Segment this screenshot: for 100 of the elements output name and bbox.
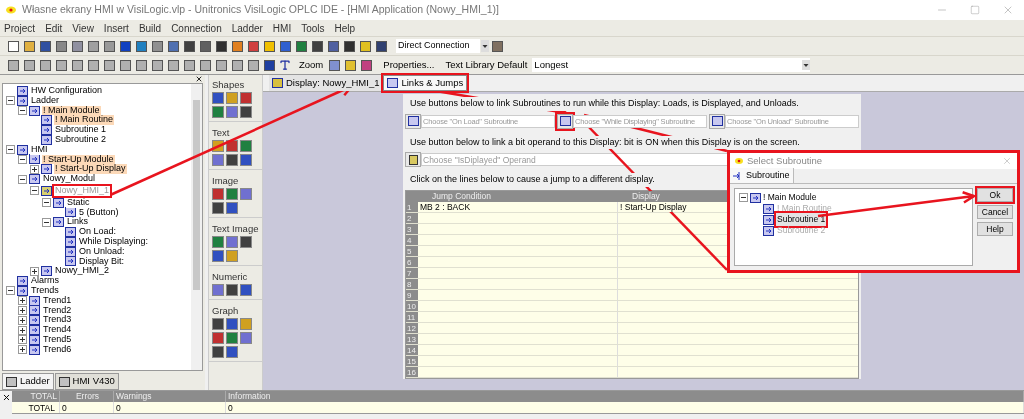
- close-icon[interactable]: [195, 75, 203, 83]
- collapse-icon[interactable]: [6, 145, 15, 155]
- palette-tool-icon[interactable]: [240, 236, 252, 248]
- toolbar-icon[interactable]: [118, 57, 133, 73]
- menu-item[interactable]: Build: [138, 20, 162, 36]
- toolbar-icon[interactable]: [214, 38, 229, 54]
- toolbar-icon[interactable]: [230, 38, 245, 54]
- operand-select-button[interactable]: [405, 152, 421, 167]
- tree-item[interactable]: Trend5: [42, 334, 73, 345]
- toolbar-icon[interactable]: [86, 38, 101, 54]
- dropdown-caret-icon[interactable]: [802, 60, 811, 70]
- expand-icon[interactable]: [18, 305, 27, 315]
- toolbar-icon[interactable]: [86, 57, 101, 73]
- toolbar-icon[interactable]: [262, 38, 277, 54]
- tree-item[interactable]: Subroutine 1: [54, 125, 108, 135]
- collapse-icon[interactable]: [6, 286, 15, 296]
- properties-button[interactable]: Properties...: [381, 57, 437, 73]
- toolbar-icon[interactable]: [262, 57, 277, 73]
- palette-tool-icon[interactable]: [212, 202, 224, 214]
- toolbar-icon[interactable]: [22, 57, 37, 73]
- subroutine-select-button[interactable]: [709, 113, 725, 129]
- menu-item[interactable]: Connection: [171, 20, 222, 36]
- toolbar-icon[interactable]: [70, 38, 85, 54]
- collapse-icon[interactable]: [30, 186, 39, 196]
- toolbar-icon[interactable]: [342, 38, 357, 54]
- tree-item[interactable]: On Unload:: [78, 246, 126, 257]
- tree-item[interactable]: While Displaying:: [78, 236, 150, 247]
- toolbar-icon[interactable]: [102, 57, 117, 73]
- toolbar-icon[interactable]: [134, 38, 149, 54]
- tree-item[interactable]: Nowy_Modul: [42, 174, 97, 184]
- toolbar-icon[interactable]: [343, 57, 359, 73]
- toolbar-icon[interactable]: [150, 38, 165, 54]
- tree-item[interactable]: Static: [66, 197, 91, 208]
- expand-icon[interactable]: [18, 335, 27, 345]
- dialog-button[interactable]: Ok: [977, 188, 1013, 202]
- expand-icon[interactable]: [18, 296, 27, 306]
- toolbar-icon[interactable]: [214, 57, 229, 73]
- dialog-button[interactable]: Help: [977, 222, 1013, 236]
- collapse-icon[interactable]: [18, 174, 27, 184]
- toolbar-icon[interactable]: [374, 38, 389, 54]
- toolbar-icon[interactable]: [6, 57, 21, 73]
- menu-item[interactable]: Ladder: [231, 20, 263, 36]
- toolbar-icon[interactable]: [22, 38, 37, 54]
- toolbar-icon[interactable]: [6, 38, 21, 54]
- scrollbar[interactable]: [191, 84, 202, 370]
- tree-item[interactable]: HW Configuration: [30, 86, 104, 96]
- tree-item[interactable]: Subroutine 2: [54, 135, 108, 145]
- menu-item[interactable]: View: [72, 20, 94, 36]
- menu-item[interactable]: Tools: [301, 20, 325, 36]
- tree-item[interactable]: ! Main Module: [42, 105, 101, 116]
- toolbar-icon[interactable]: [182, 57, 197, 73]
- font-icon[interactable]: [279, 59, 291, 71]
- menu-item[interactable]: Edit: [45, 20, 63, 36]
- menu-item[interactable]: HMI: [272, 20, 292, 36]
- toolbar-icon[interactable]: [166, 38, 181, 54]
- tree-item[interactable]: Display Bit:: [78, 256, 125, 267]
- palette-tool-icon[interactable]: [226, 154, 238, 166]
- toolbar-icon[interactable]: [310, 38, 325, 54]
- toolbar-icon[interactable]: [278, 38, 293, 54]
- menu-item[interactable]: Help: [334, 20, 356, 36]
- document-tab[interactable]: Display: Nowy_HMI_1: [269, 75, 383, 91]
- dialog-tab[interactable]: Subroutine: [730, 168, 794, 183]
- toolbar-icon[interactable]: [70, 57, 85, 73]
- toolbar-icon[interactable]: [198, 38, 213, 54]
- tree-item[interactable]: Ladder: [30, 95, 61, 106]
- palette-tool-icon[interactable]: [226, 284, 238, 296]
- toolbar-icon[interactable]: [150, 57, 165, 73]
- toolbar-icon[interactable]: [182, 38, 197, 54]
- collapse-icon[interactable]: [6, 96, 15, 106]
- tree-item[interactable]: Trends: [30, 285, 60, 296]
- tree-item[interactable]: Trend1: [42, 295, 73, 306]
- tree-item[interactable]: 5 (Button): [78, 207, 120, 218]
- palette-tool-icon[interactable]: [212, 346, 224, 358]
- toolbar-icon[interactable]: [54, 38, 69, 54]
- toolbar-icon[interactable]: [326, 38, 341, 54]
- palette-tool-icon[interactable]: [212, 318, 224, 330]
- expand-icon[interactable]: [30, 164, 39, 174]
- panel-tab[interactable]: HMI V430: [54, 373, 119, 390]
- menu-item[interactable]: Insert: [103, 20, 129, 36]
- close-icon[interactable]: [1, 393, 11, 402]
- tree-item[interactable]: ! Main Routine: [54, 115, 115, 126]
- toolbar-icon[interactable]: [294, 38, 309, 54]
- toolbar-icon[interactable]: [327, 57, 343, 73]
- menu-item[interactable]: Project: [4, 20, 36, 36]
- toolbar-icon[interactable]: [358, 38, 373, 54]
- subroutine-select-button[interactable]: [557, 113, 573, 129]
- document-tab[interactable]: Links & Jumps: [383, 75, 468, 91]
- expand-icon[interactable]: [30, 266, 39, 276]
- toolbar-icon[interactable]: [38, 57, 53, 73]
- panel-tab[interactable]: Ladder: [2, 373, 54, 390]
- tree-item[interactable]: Trend2: [42, 305, 73, 316]
- collapse-icon[interactable]: [42, 217, 51, 227]
- tree-item[interactable]: Alarms: [30, 276, 60, 286]
- dialog-button[interactable]: Cancel: [977, 205, 1013, 219]
- toolbar-icon[interactable]: [166, 57, 181, 73]
- collapse-icon[interactable]: [42, 198, 51, 208]
- expand-icon[interactable]: [18, 315, 27, 325]
- toolbar-icon[interactable]: [134, 57, 149, 73]
- tree-item[interactable]: Subroutine 1: [776, 213, 827, 226]
- collapse-icon[interactable]: [739, 193, 748, 202]
